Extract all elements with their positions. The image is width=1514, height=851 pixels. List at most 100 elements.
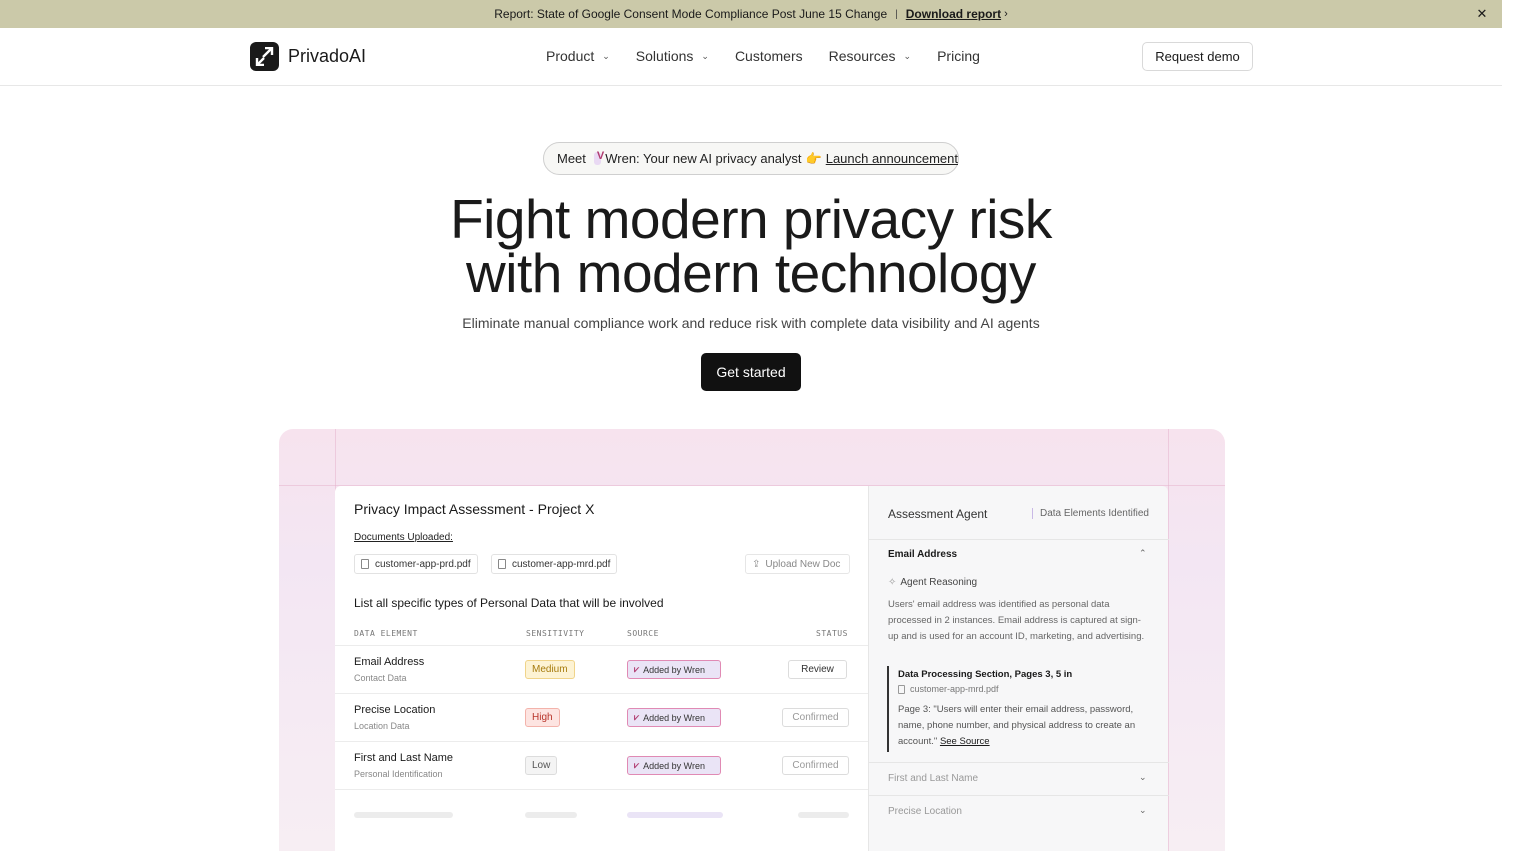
pointing-hand-icon: 👉 xyxy=(805,150,822,166)
data-element-category: Personal Identification xyxy=(354,769,443,779)
source-label: Added by Wren xyxy=(643,712,705,723)
data-element-category: Contact Data xyxy=(354,673,407,683)
accordion-heading-email[interactable]: Email Address xyxy=(888,549,957,560)
scrollbar-gutter xyxy=(1502,0,1514,851)
document-name: customer-app-mrd.pdf xyxy=(512,558,611,570)
tab-data-elements[interactable]: Data Elements Identified xyxy=(1032,508,1149,519)
see-source-link[interactable]: See Source xyxy=(940,736,990,747)
download-report-link[interactable]: Download report xyxy=(906,7,1001,21)
wren-icon: ⩗ xyxy=(634,712,640,722)
pill-text: Wren: Your new AI privacy analyst xyxy=(605,151,802,166)
accordion-heading-name[interactable]: First and Last Name xyxy=(888,773,978,784)
pill-meet: Meet xyxy=(557,151,586,166)
data-element-name: First and Last Name xyxy=(354,752,454,764)
headline-line-2: with modern technology xyxy=(466,242,1036,304)
upload-label: Upload New Doc xyxy=(765,558,841,570)
status-badge: Confirmed xyxy=(782,708,849,727)
chevron-up-icon[interactable]: ⌃ xyxy=(1139,548,1147,559)
table-divider xyxy=(335,789,868,790)
divider xyxy=(869,539,1169,540)
document-chip[interactable]: customer-app-prd.pdf xyxy=(354,554,478,574)
nav-item-customers[interactable]: Customers xyxy=(735,48,803,64)
source-badge: ⩗ Added by Wren xyxy=(627,708,721,727)
nav-item-label: Resources xyxy=(828,48,896,64)
agent-reasoning-text: Users' email address was identified as p… xyxy=(888,599,1145,642)
subheadline: Eliminate manual compliance work and red… xyxy=(462,315,1040,331)
source-quote: Data Processing Section, Pages 3, 5 in c… xyxy=(887,666,1152,752)
source-label: Added by Wren xyxy=(643,760,705,771)
reasoning-label-text: Agent Reasoning xyxy=(900,577,978,588)
nav-item-label: Pricing xyxy=(937,48,980,64)
brand-name: PrivadoAI xyxy=(288,46,367,66)
nav-item-product[interactable]: Product ⌄ xyxy=(546,48,610,64)
upload-icon: ⇪ xyxy=(752,558,761,570)
file-icon xyxy=(898,684,905,694)
table-header: DATA ELEMENT SENSITIVITY SOURCE STATUS xyxy=(354,629,849,643)
divider xyxy=(869,762,1169,763)
chevron-down-icon: ⌄ xyxy=(903,50,912,61)
nav-item-label: Solutions xyxy=(635,48,694,64)
wren-icon xyxy=(593,150,605,165)
loading-skeleton xyxy=(798,812,849,818)
request-demo-button[interactable]: Request demo xyxy=(1142,42,1253,71)
announcement-pill[interactable]: Meet Wren: Your new AI privacy analyst 👉… xyxy=(543,142,959,175)
nav-item-label: Product xyxy=(546,48,595,64)
chevron-down-icon[interactable]: ⌄ xyxy=(1139,805,1147,816)
close-icon[interactable]: ✕ xyxy=(1474,6,1490,22)
get-started-button[interactable]: Get started xyxy=(701,353,801,391)
agent-panel: Assessment Agent Data Elements Identifie… xyxy=(868,486,1169,851)
sensitivity-badge: Medium xyxy=(525,660,575,679)
loading-skeleton xyxy=(627,812,723,818)
sensitivity-badge: High xyxy=(525,708,560,727)
chevron-right-icon: › xyxy=(1004,8,1008,20)
file-icon xyxy=(498,559,506,569)
wren-icon: ⩗ xyxy=(634,760,640,770)
chevron-down-icon: ⌄ xyxy=(602,50,610,61)
table-row[interactable]: First and Last Name Personal Identificat… xyxy=(335,741,868,789)
quote-title: Data Processing Section, Pages 3, 5 in xyxy=(898,669,1073,680)
column-header: DATA ELEMENT xyxy=(354,629,418,638)
data-element-name: Email Address xyxy=(354,656,425,668)
column-header: STATUS xyxy=(816,629,848,638)
document-chip[interactable]: customer-app-mrd.pdf xyxy=(491,554,618,574)
page-title: Fight modern privacy risk with modern te… xyxy=(0,188,1502,304)
launch-announcement-link[interactable]: Launch announcement xyxy=(826,151,958,166)
announcement-bar: Report: State of Google Consent Mode Com… xyxy=(0,0,1502,28)
sparkle-icon: ✧ xyxy=(888,577,897,588)
quote-file: customer-app-mrd.pdf xyxy=(898,684,1152,694)
source-badge: ⩗ Added by Wren xyxy=(627,756,721,775)
nav-menu: Product ⌄ Solutions ⌄ Customers Resources ⌄… xyxy=(546,48,1006,64)
agent-title: Assessment Agent xyxy=(888,507,988,521)
status-badge: Confirmed xyxy=(782,756,849,775)
nav-item-resources[interactable]: Resources ⌄ xyxy=(829,48,911,64)
agent-reasoning-label: ✧ Agent Reasoning xyxy=(888,577,977,588)
source-badge: ⩗ Added by Wren xyxy=(627,660,721,679)
loading-skeleton xyxy=(525,812,577,818)
table-row[interactable]: Precise Location Location Data High ⩗ Add… xyxy=(335,693,868,741)
sensitivity-badge: Low xyxy=(525,756,558,775)
data-element-name: Precise Location xyxy=(354,704,436,716)
headline-line-1: Fight modern privacy risk xyxy=(450,188,1052,250)
chevron-down-icon[interactable]: ⌄ xyxy=(1139,772,1147,783)
upload-doc-button[interactable]: ⇪ Upload New Doc xyxy=(745,554,850,574)
privado-logo-icon xyxy=(250,42,279,71)
documents-label: Documents Uploaded: xyxy=(354,532,453,543)
main-nav: PrivadoAI Product ⌄ Solutions ⌄ Customers … xyxy=(0,28,1502,86)
quote-body: Page 3: "Users will enter their email ad… xyxy=(898,702,1152,750)
loading-skeleton xyxy=(354,812,453,818)
nav-item-solutions[interactable]: Solutions ⌄ xyxy=(636,48,709,64)
wren-icon: ⩗ xyxy=(634,664,640,674)
column-header: SENSITIVITY xyxy=(526,629,585,638)
table-row[interactable]: Email Address Contact Data Medium ⩗ Added… xyxy=(335,645,868,693)
assessment-title: Privacy Impact Assessment - Project X xyxy=(354,501,595,517)
accordion-heading-location[interactable]: Precise Location xyxy=(888,806,962,817)
review-button[interactable]: Review xyxy=(788,660,847,679)
column-header: SOURCE xyxy=(627,629,659,638)
logo[interactable]: PrivadoAI xyxy=(250,42,366,71)
nav-item-label: Customers xyxy=(734,48,803,64)
announcement-separator: | xyxy=(895,8,898,20)
frame-guide xyxy=(1168,429,1169,851)
assessment-question: List all specific types of Personal Data… xyxy=(354,596,664,610)
document-name: customer-app-prd.pdf xyxy=(375,558,471,570)
nav-item-pricing[interactable]: Pricing xyxy=(937,48,980,64)
